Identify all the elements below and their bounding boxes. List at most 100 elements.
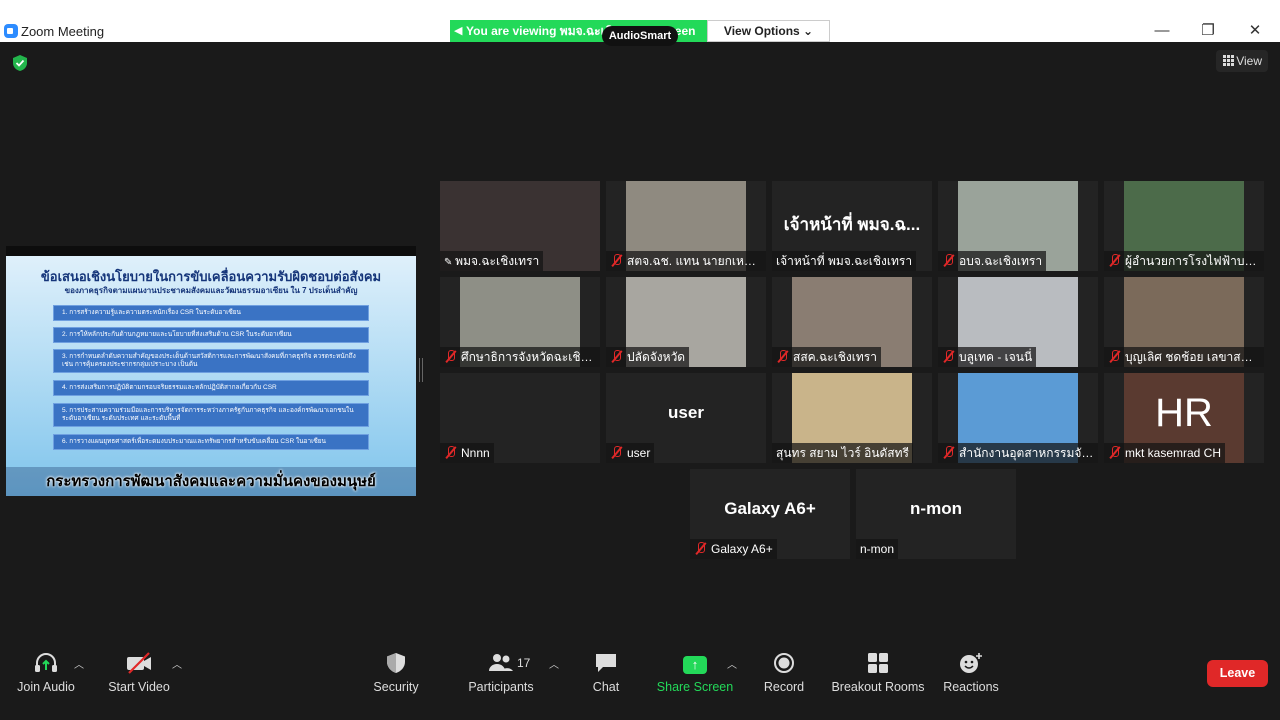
minimize-button[interactable]: —	[1150, 20, 1174, 42]
security-label: Security	[373, 680, 419, 694]
participant-name: ศึกษาธิการจังหวัดฉะเชิงเทรา	[461, 350, 600, 364]
mic-muted-icon	[444, 350, 457, 363]
mic-muted-icon	[1108, 254, 1121, 267]
share-options-caret[interactable]: ︿	[727, 656, 737, 671]
participant-name: n-mon	[860, 542, 895, 556]
participant-name: พมจ.ฉะเชิงเทรา	[455, 254, 540, 268]
meeting-toolbar: Join Audio ︿ Start Video ︿ Security Part…	[0, 644, 1280, 720]
zoom-logo-icon	[4, 24, 18, 38]
video-off-icon	[104, 652, 174, 674]
slide-subtitle: ของภาคธุรกิจตามแผนงานประชาคมสังคมและวัฒน…	[64, 286, 358, 295]
participant-name: user	[627, 446, 651, 460]
smiley-icon	[942, 652, 1000, 674]
view-layout-button[interactable]: View	[1216, 50, 1268, 72]
participant-tile[interactable]: ผู้อำนวยการโรงไฟฟ้าบางปะกง	[1104, 181, 1264, 271]
participants-label: Participants	[468, 680, 534, 694]
participant-tile[interactable]: ศึกษาธิการจังหวัดฉะเชิงเทรา	[440, 277, 600, 367]
participant-tile[interactable]: ปลัดจังหวัด	[606, 277, 766, 367]
participant-name-label: สตจ.ฉช. แทน นายกเหล่ากาชาด	[606, 251, 766, 271]
audiosmart-badge: AudioSmart	[602, 26, 678, 46]
join-audio-label: Join Audio	[17, 680, 75, 694]
participant-name-label: บุญเลิศ ชดช้อย เลขาสภาองค์กรชุมชน	[1104, 347, 1264, 367]
record-button[interactable]: Record	[762, 652, 806, 694]
video-options-caret[interactable]: ︿	[172, 656, 182, 671]
participant-tile[interactable]: สตจ.ฉช. แทน นายกเหล่ากาชาด	[606, 181, 766, 271]
security-shield-icon[interactable]	[12, 54, 28, 72]
security-button[interactable]: Security	[366, 652, 426, 694]
mic-muted-icon	[1108, 446, 1121, 459]
record-icon	[762, 652, 806, 674]
participant-tile[interactable]: สสค.ฉะเชิงเทรา	[772, 277, 932, 367]
participant-name: mkt kasemrad CH	[1125, 446, 1222, 460]
mic-muted-icon	[1108, 350, 1121, 363]
participant-name-label: เจ้าหน้าที่ พมจ.ฉะเชิงเทรา	[772, 251, 917, 271]
participant-name: บลูเทค - เจนนี่	[959, 350, 1033, 364]
grid-icon	[1223, 55, 1234, 66]
participant-tile[interactable]: n-mon n-mon	[856, 469, 1016, 559]
participant-name-label: Galaxy A6+	[690, 539, 777, 559]
participant-name-label: บลูเทค - เจนนี่	[938, 347, 1037, 367]
reactions-label: Reactions	[943, 680, 999, 694]
participant-tile[interactable]: บลูเทค - เจนนี่	[938, 277, 1098, 367]
participant-tile[interactable]: user user	[606, 373, 766, 463]
mic-muted-icon	[610, 254, 623, 267]
slide-item: 1. การสร้างความรู้และความตระหนักเรื่อง C…	[53, 305, 369, 322]
participant-tile[interactable]: Nnnn	[440, 373, 600, 463]
participant-tile[interactable]: สุนทร สยาม ไวร์ อินดัสทรี	[772, 373, 932, 463]
shared-screen[interactable]: ข้อเสนอเชิงนโยบายในการขับเคลื่อนความรับผ…	[6, 246, 416, 496]
participant-name: เจ้าหน้าที่ พมจ.ฉะเชิงเทรา	[776, 254, 913, 268]
participant-tile[interactable]: เจ้าหน้าที่ พมจ.ฉ... เจ้าหน้าที่ พมจ.ฉะเช…	[772, 181, 932, 271]
view-options-button[interactable]: View Options ⌄	[707, 20, 830, 42]
mic-muted-icon	[444, 446, 457, 459]
participant-name-label: Nnnn	[440, 443, 494, 463]
panel-splitter-handle[interactable]	[419, 358, 423, 382]
participant-tile[interactable]: บุญเลิศ ชดช้อย เลขาสภาองค์กรชุมชน	[1104, 277, 1264, 367]
mic-muted-icon	[610, 350, 623, 363]
breakout-rooms-button[interactable]: Breakout Rooms	[830, 652, 926, 694]
participant-name: สสค.ฉะเชิงเทรา	[793, 350, 877, 364]
share-screen-button[interactable]: ↑ Share Screen	[656, 652, 734, 694]
participant-tile[interactable]: อบจ.ฉะเชิงเทรา	[938, 181, 1098, 271]
participant-name-label: mkt kasemrad CH	[1104, 443, 1226, 463]
breakout-rooms-icon	[830, 652, 926, 674]
share-screen-label: Share Screen	[656, 680, 734, 694]
mic-muted-icon	[942, 254, 955, 267]
reactions-button[interactable]: Reactions	[942, 652, 1000, 694]
participant-name-label: สสค.ฉะเชิงเทรา	[772, 347, 881, 367]
chat-icon	[586, 652, 626, 674]
participant-display-name: Galaxy A6+	[724, 499, 816, 518]
participant-name-label: ปลัดจังหวัด	[606, 347, 690, 367]
chat-label: Chat	[592, 680, 620, 694]
participant-tile[interactable]: ✎ พมจ.ฉะเชิงเทรา	[440, 181, 600, 271]
slide-item: 4. การส่งเสริมการปฏิบัติตามกรอบจริยธรรมแ…	[53, 380, 369, 397]
slide-item: 2. การให้หลักประกันด้านกฎหมายและนโยบายที…	[53, 327, 369, 344]
presentation-slide: ข้อเสนอเชิงนโยบายในการขับเคลื่อนความรับผ…	[6, 256, 416, 496]
restore-button[interactable]: ❐	[1196, 20, 1220, 42]
start-video-button[interactable]: Start Video	[104, 652, 174, 694]
participant-name-label: n-mon	[856, 539, 899, 559]
close-button[interactable]: ✕	[1243, 20, 1267, 42]
leave-button[interactable]: Leave	[1207, 660, 1268, 687]
join-audio-button[interactable]: Join Audio	[12, 652, 80, 694]
participant-name: สตจ.ฉช. แทน นายกเหล่ากาชาด	[627, 254, 766, 268]
participants-count: 17	[517, 656, 531, 670]
shield-icon	[366, 652, 426, 674]
participant-tile[interactable]: HR mkt kasemrad CH	[1104, 373, 1264, 463]
audio-options-caret[interactable]: ︿	[74, 656, 84, 671]
participant-name: บุญเลิศ ชดช้อย เลขาสภาองค์กรชุมชน	[1125, 350, 1264, 364]
share-screen-icon: ↑	[656, 652, 734, 674]
participant-name: Nnnn	[461, 446, 490, 460]
participant-name: สุนทร สยาม ไวร์ อินดัสทรี	[776, 446, 909, 460]
window-title: Zoom Meeting	[21, 24, 105, 39]
participant-name-label: ศึกษาธิการจังหวัดฉะเชิงเทรา	[440, 347, 600, 367]
start-video-label: Start Video	[108, 680, 170, 694]
participant-tile[interactable]: สำนักงานอุตสาหกรรมจังหวัด	[938, 373, 1098, 463]
mic-muted-icon	[776, 350, 789, 363]
participants-options-caret[interactable]: ︿	[549, 656, 559, 671]
participant-tile[interactable]: Galaxy A6+ Galaxy A6+	[690, 469, 850, 559]
participant-display-name: HR	[1155, 391, 1213, 435]
mic-muted-icon	[942, 350, 955, 363]
chat-button[interactable]: Chat	[586, 652, 626, 694]
mic-muted-icon	[942, 446, 955, 459]
participant-display-name: เจ้าหน้าที่ พมจ.ฉ...	[783, 215, 921, 234]
